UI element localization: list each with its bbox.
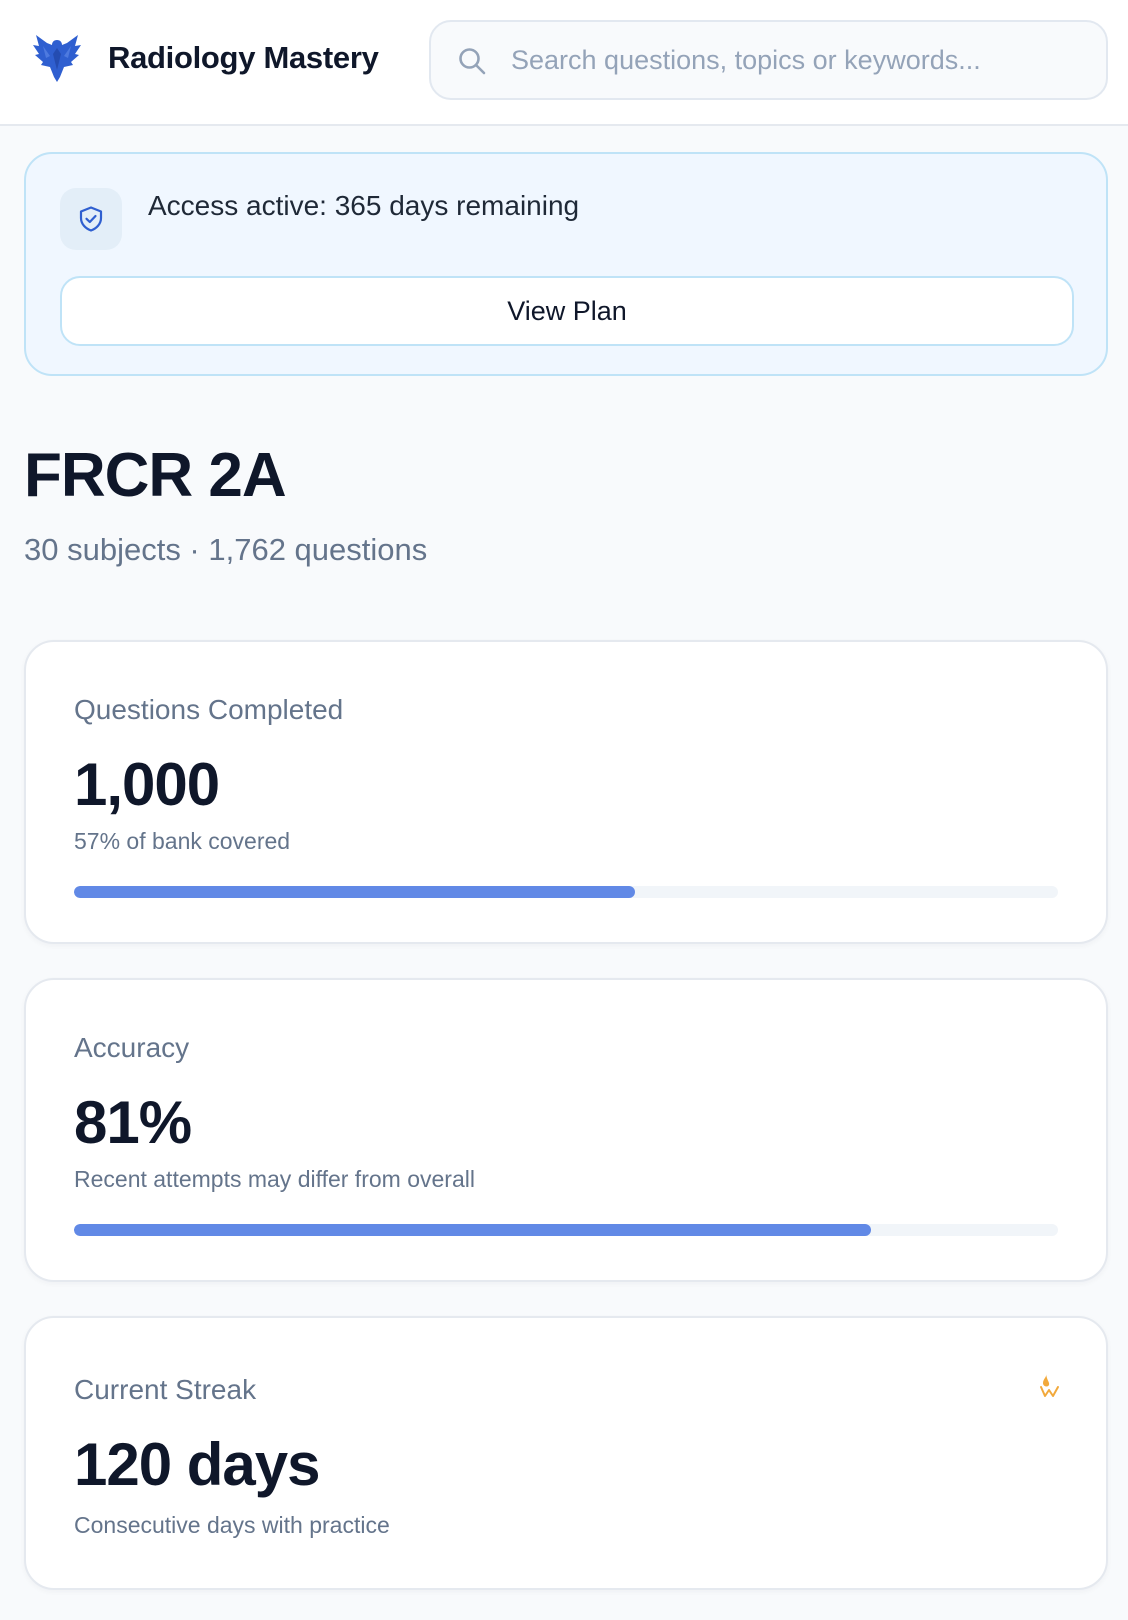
stat-label: Accuracy (74, 1032, 190, 1063)
search-input[interactable] (511, 36, 1081, 84)
view-plan-button[interactable]: View Plan (60, 276, 1074, 346)
stat-note: Recent attempts may differ from overall (74, 1166, 475, 1192)
shield-check-icon-container (60, 188, 122, 250)
brand-name: Radiology Mastery (108, 40, 379, 75)
questions-completed-card: Questions Completed 1,000 57% of bank co… (24, 640, 1108, 944)
top-header: Radiology Mastery (0, 0, 1128, 126)
page-title: FRCR 2A (24, 441, 287, 510)
progress-fill (74, 1224, 872, 1236)
eagle-logo-icon[interactable] (28, 32, 86, 84)
flame-icon (1038, 1372, 1062, 1398)
stat-note: 57% of bank covered (74, 828, 291, 854)
search-box[interactable] (429, 20, 1108, 100)
shield-check-icon (79, 206, 103, 232)
progress-bar (74, 886, 1058, 898)
access-status-text: Access active: 365 days remaining (148, 190, 580, 221)
progress-bar (74, 1224, 1058, 1236)
stat-value: 120 days (74, 1431, 321, 1498)
stat-note: Consecutive days with practice (74, 1512, 390, 1538)
stat-value: 1,000 (74, 751, 220, 818)
stat-label: Questions Completed (74, 694, 344, 725)
current-streak-card: Current Streak 120 days Consecutive days… (24, 1316, 1108, 1590)
search-icon (457, 46, 487, 76)
accuracy-card: Accuracy 81% Recent attempts may differ … (24, 978, 1108, 1282)
page-subtitle: 30 subjects · 1,762 questions (24, 532, 428, 567)
progress-fill (74, 886, 635, 898)
stat-value: 81% (74, 1089, 192, 1156)
access-banner: Access active: 365 days remaining View P… (24, 152, 1108, 376)
stat-label: Current Streak (74, 1374, 257, 1405)
